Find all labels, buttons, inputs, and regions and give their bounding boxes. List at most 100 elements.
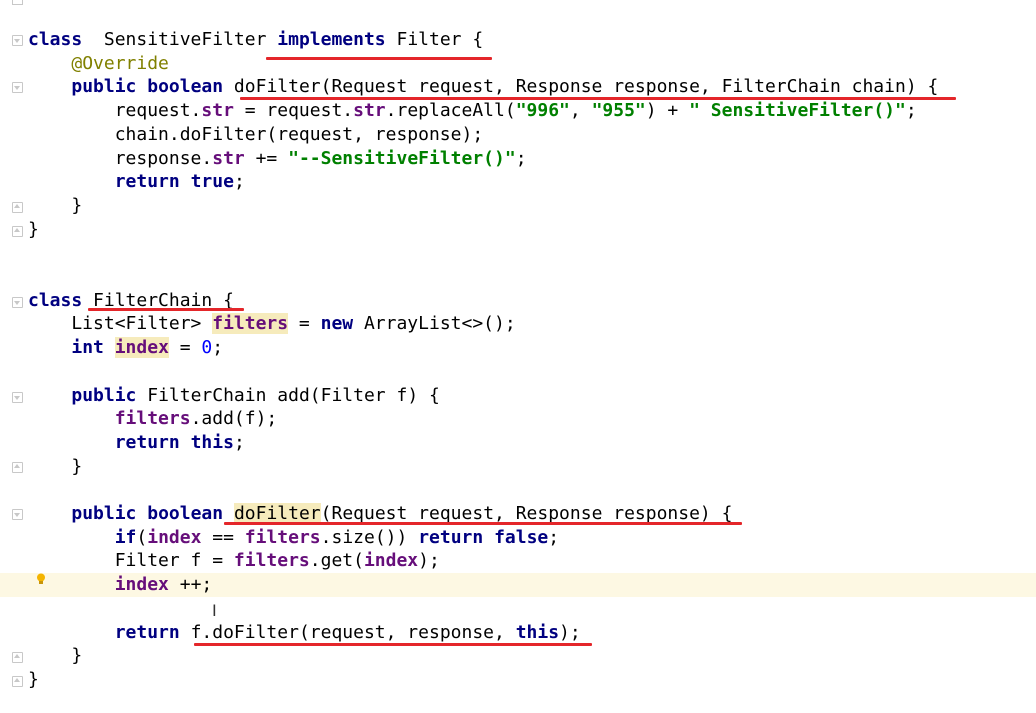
fold-close-icon[interactable] [12, 462, 23, 473]
code-text: return f.doFilter(request, response, thi… [28, 621, 581, 645]
code-text: } [28, 668, 39, 692]
code-token: return [114, 622, 180, 643]
code-token: return [114, 432, 180, 453]
code-line[interactable]: filters.add(f); [0, 407, 1036, 431]
code-line[interactable]: } [0, 194, 1036, 218]
code-token: FilterChain add(Filter f) { [136, 385, 440, 406]
code-token: } [28, 219, 39, 240]
code-token: filters [212, 313, 289, 334]
code-line[interactable]: index ++; [0, 573, 1036, 597]
code-token: == [201, 527, 245, 548]
code-token: SensitiveFilter [82, 29, 278, 50]
code-line[interactable]: class SensitiveFilter implements Filter … [0, 28, 1036, 52]
fold-open-icon[interactable] [12, 82, 23, 93]
code-text: response.str += "--SensitiveFilter()"; [28, 147, 527, 171]
red-underline [224, 522, 742, 525]
code-token: if [114, 527, 137, 548]
code-line[interactable] [0, 360, 1036, 384]
code-text: index ++; [28, 573, 213, 597]
code-line[interactable]: return true; [0, 170, 1036, 194]
code-token: ); [559, 622, 581, 643]
code-token: ++; [168, 574, 213, 595]
code-token: .replaceAll( [385, 100, 516, 121]
code-line[interactable]: chain.doFilter(request, response); [0, 123, 1036, 147]
fold-close-icon[interactable] [12, 652, 23, 663]
code-line[interactable] [0, 597, 1036, 621]
code-token: response. [28, 148, 213, 169]
code-text: Filter f = filters.get(index); [28, 549, 440, 573]
code-line[interactable]: if(index == filters.size()) return false… [0, 526, 1036, 550]
code-text: filters.add(f); [28, 407, 278, 431]
code-line[interactable]: int index = 0; [0, 336, 1036, 360]
code-line[interactable]: } [0, 455, 1036, 479]
code-token: ; [233, 171, 245, 192]
code-line[interactable]: response.str += "--SensitiveFilter()"; [0, 147, 1036, 171]
fold-open-icon[interactable] [12, 392, 23, 403]
code-token: int [71, 337, 104, 358]
code-token: "--SensitiveFilter()" [288, 148, 516, 169]
code-editor[interactable]: class SensitiveFilter implements Filter … [0, 0, 1036, 713]
code-token: } [28, 456, 83, 477]
code-line[interactable]: @Override [0, 52, 1036, 76]
code-line[interactable]: return f.doFilter(request, response, thi… [0, 621, 1036, 645]
code-line[interactable]: } [0, 668, 1036, 692]
fold-close-icon[interactable] [12, 676, 23, 687]
code-token: request. [28, 100, 202, 121]
code-token: "996" [515, 100, 570, 121]
code-token: .size()) [320, 527, 419, 548]
code-token: str [212, 148, 245, 169]
code-token: index [114, 574, 169, 595]
code-text: return this; [28, 431, 245, 455]
code-token: doFilter(Request request, Response respo… [223, 76, 939, 97]
fold-open-icon[interactable] [12, 297, 23, 308]
code-token: ; [233, 432, 245, 453]
code-token: filters [233, 550, 310, 571]
code-token: chain.doFilter(request, response); [28, 124, 484, 145]
code-token: } [28, 645, 83, 666]
code-text: } [28, 455, 82, 479]
code-line[interactable]: Filter f = filters.get(index); [0, 549, 1036, 573]
code-line[interactable] [0, 241, 1036, 265]
fold-open-icon[interactable] [12, 509, 23, 520]
code-token: filters [244, 527, 321, 548]
code-token: filters [114, 408, 191, 429]
code-text: class SensitiveFilter implements Filter … [28, 28, 483, 52]
code-token: } [28, 669, 39, 690]
code-line[interactable]: public boolean doFilter(Request request,… [0, 75, 1036, 99]
code-text: List<Filter> filters = new ArrayList<>()… [28, 312, 516, 336]
code-line[interactable]: } [0, 218, 1036, 242]
code-line[interactable] [0, 478, 1036, 502]
code-line[interactable]: public FilterChain add(Filter f) { [0, 384, 1036, 408]
code-token: ; [515, 148, 527, 169]
code-line[interactable] [0, 265, 1036, 289]
code-token: (Request request, Response response) { [320, 503, 733, 524]
code-token: return [418, 527, 484, 548]
code-token: ArrayList<>(); [353, 313, 516, 334]
code-line[interactable]: List<Filter> filters = new ArrayList<>()… [0, 312, 1036, 336]
code-line[interactable]: request.str = request.str.replaceAll("99… [0, 99, 1036, 123]
code-token: @Override [71, 53, 169, 74]
code-token: ; [548, 527, 560, 548]
code-line[interactable]: return this; [0, 431, 1036, 455]
code-line[interactable]: } [0, 644, 1036, 668]
fold-close-icon[interactable] [12, 202, 23, 213]
fold-close-icon[interactable] [12, 226, 23, 237]
code-text: } [28, 644, 82, 668]
lightbulb-icon[interactable] [36, 573, 46, 585]
code-token: true [190, 171, 234, 192]
code-token: = request. [233, 100, 354, 121]
code-token: ; [212, 337, 224, 358]
code-token: index [114, 337, 169, 358]
code-text: } [28, 218, 39, 242]
fold-marker-icon [12, 0, 23, 5]
fold-open-icon[interactable] [12, 35, 23, 46]
code-token: index [363, 550, 419, 571]
